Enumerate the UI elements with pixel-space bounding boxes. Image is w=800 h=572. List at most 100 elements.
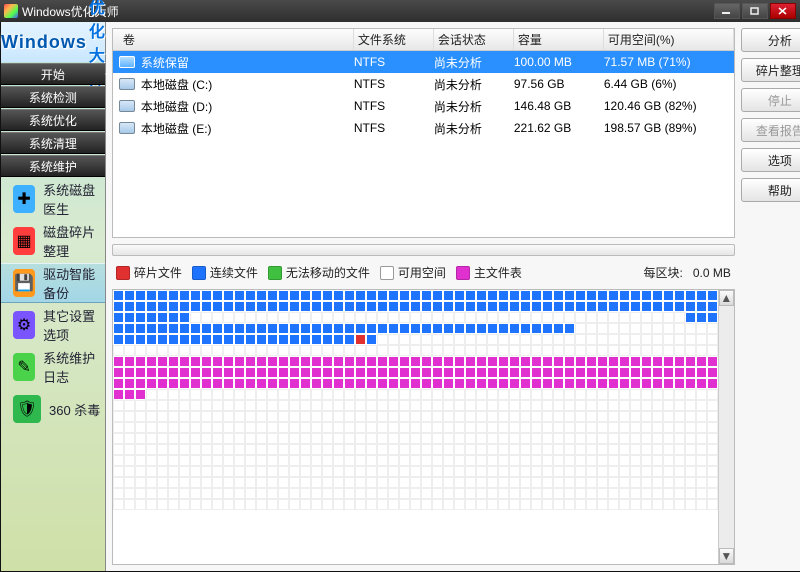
- cluster-cell: [245, 433, 256, 444]
- cluster-cell: [212, 378, 223, 389]
- nav-系统维护[interactable]: 系统维护: [1, 155, 105, 177]
- cluster-cell: [322, 477, 333, 488]
- cluster-cell: [443, 433, 454, 444]
- tool-系统磁盘医生[interactable]: ✚系统磁盘医生: [1, 179, 105, 219]
- cluster-cell: [355, 433, 366, 444]
- cluster-cell: [355, 378, 366, 389]
- cluster-cell: [432, 290, 443, 301]
- tool-驱动智能备份[interactable]: 💾驱动智能备份: [1, 263, 105, 303]
- help-button[interactable]: 帮助: [741, 178, 800, 202]
- cluster-cell: [388, 477, 399, 488]
- cluster-cell: [113, 444, 124, 455]
- cluster-cell: [531, 290, 542, 301]
- cluster-cell: [685, 334, 696, 345]
- volume-row[interactable]: 系统保留NTFS尚未分析100.00 MB71.57 MB (71%): [113, 51, 734, 73]
- cluster-cell: [388, 334, 399, 345]
- volume-row[interactable]: 本地磁盘 (D:)NTFS尚未分析146.48 GB120.46 GB (82%…: [113, 95, 734, 117]
- maximize-button[interactable]: [742, 3, 768, 19]
- volume-row[interactable]: 本地磁盘 (E:)NTFS尚未分析221.62 GB198.57 GB (89%…: [113, 117, 734, 139]
- cluster-cell: [454, 400, 465, 411]
- cluster-cell: [113, 389, 124, 400]
- tool-系统维护日志[interactable]: ✎系统维护日志: [1, 347, 105, 387]
- cluster-cell: [212, 323, 223, 334]
- cluster-cell: [179, 444, 190, 455]
- cluster-cell: [190, 312, 201, 323]
- scroll-down-icon[interactable]: ▼: [719, 548, 734, 564]
- cluster-cell: [454, 334, 465, 345]
- nav-系统清理[interactable]: 系统清理: [1, 132, 105, 154]
- cluster-cell: [487, 312, 498, 323]
- cluster-cell: [377, 301, 388, 312]
- cluster-cell: [663, 345, 674, 356]
- legend-mft: 主文件表: [474, 264, 522, 281]
- col-capacity[interactable]: 容量: [514, 29, 604, 50]
- cluster-cell: [454, 477, 465, 488]
- cluster-cell: [454, 312, 465, 323]
- minimize-button[interactable]: [714, 3, 740, 19]
- cluster-cell: [157, 290, 168, 301]
- cluster-cell: [410, 488, 421, 499]
- cluster-cell: [498, 389, 509, 400]
- close-button[interactable]: [770, 3, 796, 19]
- cluster-cell: [608, 400, 619, 411]
- cluster-cell: [113, 301, 124, 312]
- cluster-cell: [630, 290, 641, 301]
- cluster-cell: [300, 389, 311, 400]
- cluster-cell: [674, 290, 685, 301]
- cluster-cell: [696, 301, 707, 312]
- cluster-cell: [124, 334, 135, 345]
- cluster-cell: [377, 488, 388, 499]
- cluster-cell: [520, 367, 531, 378]
- nav-系统检测[interactable]: 系统检测: [1, 86, 105, 108]
- cluster-cell: [377, 400, 388, 411]
- cluster-cell: [278, 367, 289, 378]
- cluster-cell: [234, 444, 245, 455]
- col-fs[interactable]: 文件系统: [354, 29, 434, 50]
- tool-360 杀毒[interactable]: 🛡360 杀毒: [1, 389, 105, 429]
- cluster-cell: [575, 433, 586, 444]
- cluster-cell: [179, 499, 190, 510]
- cluster-cell: [322, 455, 333, 466]
- cluster-cell: [234, 422, 245, 433]
- cluster-cell: [135, 422, 146, 433]
- logo-text-1: Windows: [1, 32, 87, 53]
- cluster-cell: [234, 312, 245, 323]
- cluster-cell: [663, 312, 674, 323]
- nav-系统优化[interactable]: 系统优化: [1, 109, 105, 131]
- cluster-cell: [553, 444, 564, 455]
- swatch-frag-icon: [116, 266, 130, 280]
- cluster-cell: [520, 323, 531, 334]
- tool-磁盘碎片整理[interactable]: ▦磁盘碎片整理: [1, 221, 105, 261]
- col-status[interactable]: 会话状态: [434, 29, 514, 50]
- cluster-cell: [201, 301, 212, 312]
- col-volume[interactable]: 卷: [119, 29, 354, 50]
- cluster-cell: [652, 444, 663, 455]
- options-button[interactable]: 选项: [741, 148, 800, 172]
- cluster-cell: [410, 444, 421, 455]
- cluster-cell: [432, 301, 443, 312]
- col-free[interactable]: 可用空间(%): [604, 29, 734, 50]
- cluster-cell: [212, 367, 223, 378]
- cluster-cell: [509, 301, 520, 312]
- tool-label: 驱动智能备份: [43, 264, 105, 302]
- scroll-up-icon[interactable]: ▲: [719, 290, 734, 306]
- cluster-cell: [652, 477, 663, 488]
- vol-status: 尚未分析: [434, 76, 514, 93]
- volume-row[interactable]: 本地磁盘 (C:)NTFS尚未分析97.56 GB6.44 GB (6%): [113, 73, 734, 95]
- cluster-cell: [476, 334, 487, 345]
- cluster-cell: [652, 400, 663, 411]
- analyze-button[interactable]: 分析: [741, 28, 800, 52]
- cluster-cell: [157, 312, 168, 323]
- cluster-cell: [157, 323, 168, 334]
- cluster-cell: [663, 290, 674, 301]
- cluster-cell: [223, 400, 234, 411]
- cluster-cell: [707, 367, 718, 378]
- cluster-cell: [212, 334, 223, 345]
- nav-开始[interactable]: 开始: [1, 63, 105, 85]
- vol-name: 本地磁盘 (D:): [141, 98, 212, 115]
- map-scrollbar[interactable]: ▲ ▼: [718, 290, 734, 564]
- vol-capacity: 146.48 GB: [514, 99, 604, 113]
- defrag-button[interactable]: 碎片整理: [741, 58, 800, 82]
- cluster-cell: [179, 312, 190, 323]
- tool-其它设置选项[interactable]: ⚙其它设置选项: [1, 305, 105, 345]
